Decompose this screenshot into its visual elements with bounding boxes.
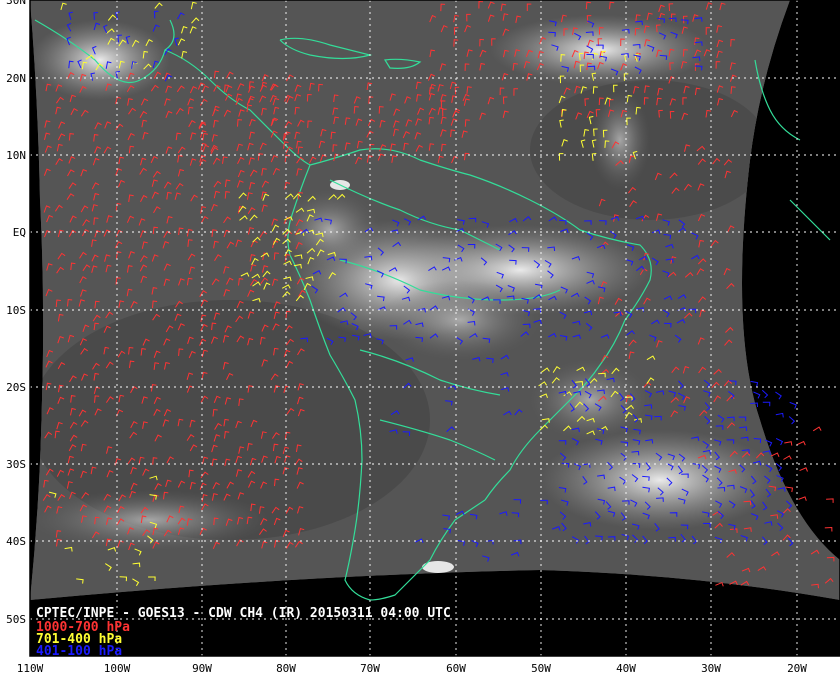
longitude-label: 80W <box>276 662 296 675</box>
longitude-labels: 110W 100W 90W 80W 70W 60W 50W 40W 30W 20W <box>17 662 808 675</box>
latitude-label: 20S <box>6 381 26 394</box>
latitude-label: 10S <box>6 304 26 317</box>
longitude-label: 110W <box>17 662 44 675</box>
latitude-label: 30S <box>6 458 26 471</box>
map-title: CPTEC/INPE - GOES13 - CDW CH4 (IR) 20150… <box>36 606 451 621</box>
satellite-wind-map: 30N 20N 10N EQ 10S 20S 30S 40S 50S 110W 100W 90W 80… <box>0 0 840 680</box>
longitude-label: 50W <box>531 662 551 675</box>
map-canvas: 30N 20N 10N EQ 10S 20S 30S 40S 50S 110W 100W 90W 80… <box>6 0 840 675</box>
latitude-label: EQ <box>13 226 26 239</box>
latitude-label: 40S <box>6 535 26 548</box>
latitude-label: 10N <box>6 149 26 162</box>
longitude-label: 20W <box>787 662 807 675</box>
legend-high-level: 401-100 hPa <box>36 644 122 659</box>
longitude-label: 90W <box>192 662 212 675</box>
longitude-label: 40W <box>616 662 636 675</box>
longitude-label: 100W <box>104 662 131 675</box>
latitude-labels: 30N 20N 10N EQ 10S 20S 30S 40S 50S <box>6 0 26 626</box>
longitude-label: 30W <box>701 662 721 675</box>
longitude-label: 60W <box>446 662 466 675</box>
latitude-label: 50S <box>6 613 26 626</box>
latitude-label: 20N <box>6 72 26 85</box>
longitude-label: 70W <box>360 662 380 675</box>
latitude-label: 30N <box>6 0 26 7</box>
